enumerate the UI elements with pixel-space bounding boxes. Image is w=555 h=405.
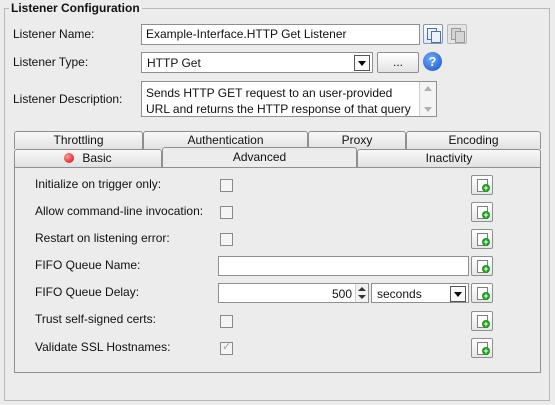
chevron-down-icon (354, 55, 370, 71)
description-line-2: URL and returns the HTTP response of tha… (146, 102, 411, 116)
group-title: Listener Configuration (9, 1, 142, 15)
allow-cli-checkbox[interactable] (220, 206, 233, 219)
paste-icon (447, 24, 467, 44)
listener-name-input[interactable]: Example-Interface.HTTP Get Listener (141, 24, 420, 45)
tab-throttling[interactable]: Throttling (14, 131, 143, 149)
allow-cli-label: Allow command-line invocation: (35, 204, 204, 218)
listener-type-select[interactable]: HTTP Get (141, 52, 373, 73)
add-variable-button[interactable]: + (471, 202, 493, 222)
decrement-icon (358, 295, 366, 299)
add-variable-button[interactable]: + (471, 338, 493, 358)
add-variable-button[interactable]: + (471, 256, 493, 276)
copy-icon[interactable] (423, 24, 443, 44)
listener-name-label: Listener Name: (13, 27, 95, 41)
listener-type-value: HTTP Get (147, 56, 201, 70)
restart-on-error-checkbox[interactable] (220, 233, 233, 246)
listener-type-label: Listener Type: (13, 55, 89, 69)
description-line-1: Sends HTTP GET request to an user-provid… (146, 86, 393, 100)
error-status-icon (64, 153, 75, 163)
browse-button[interactable]: ... (377, 52, 419, 73)
fifo-queue-name-label: FIFO Queue Name: (35, 258, 141, 272)
add-variable-button[interactable]: + (471, 283, 493, 303)
description-scrollbar[interactable] (419, 82, 436, 116)
fifo-queue-delay-value: 500 (331, 287, 352, 301)
stepper-buttons[interactable] (355, 284, 368, 302)
add-variable-button[interactable]: + (471, 311, 493, 331)
trust-self-signed-checkbox[interactable] (220, 315, 233, 328)
initialize-on-trigger-checkbox[interactable] (220, 179, 233, 192)
trust-self-signed-label: Trust self-signed certs: (35, 312, 156, 326)
tab-basic-label: Basic (82, 151, 112, 165)
fifo-queue-delay-label: FIFO Queue Delay: (35, 285, 140, 299)
add-variable-button[interactable]: + (471, 175, 493, 195)
scroll-down-icon (424, 107, 432, 112)
help-icon[interactable]: ? (423, 52, 442, 71)
validate-ssl-label: Validate SSL Hostnames: (35, 340, 171, 354)
fifo-delay-unit-select[interactable]: seconds (371, 283, 469, 303)
listener-description-textarea[interactable]: Sends HTTP GET request to an user-provid… (141, 81, 437, 117)
initialize-on-trigger-label: Initialize on trigger only: (35, 177, 162, 191)
listener-description-label: Listener Description: (13, 92, 123, 106)
fifo-delay-unit-value: seconds (377, 287, 422, 301)
fifo-queue-delay-stepper[interactable]: 500 (218, 283, 369, 303)
fifo-queue-name-input[interactable] (218, 256, 469, 276)
tab-advanced[interactable]: Advanced (162, 147, 357, 167)
increment-icon (358, 287, 366, 291)
tab-basic[interactable]: Basic (14, 149, 162, 167)
validate-ssl-checkbox[interactable] (220, 340, 233, 355)
chevron-down-icon (450, 286, 466, 302)
tab-encoding[interactable]: Encoding (406, 131, 541, 149)
add-variable-button[interactable]: + (471, 229, 493, 249)
restart-on-error-label: Restart on listening error: (35, 231, 170, 245)
tab-inactivity[interactable]: Inactivity (357, 149, 541, 167)
scroll-up-icon (424, 86, 432, 91)
